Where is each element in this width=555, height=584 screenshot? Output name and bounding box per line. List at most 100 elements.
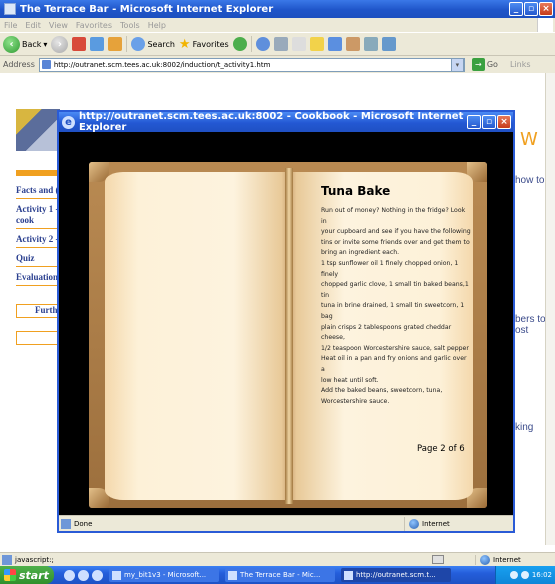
start-button[interactable]: start	[0, 566, 54, 584]
right-text-3: king	[515, 422, 534, 433]
history-icon[interactable]	[255, 37, 270, 51]
security-icon	[432, 555, 444, 564]
favorites-button[interactable]: ★ Favorites	[179, 37, 229, 52]
status-zone-label: Internet	[493, 555, 521, 564]
popup-status-text: Done	[74, 519, 93, 528]
address-dropdown-icon[interactable]: ▾	[450, 57, 464, 72]
status-zone: Internet	[475, 554, 521, 565]
recipe-line: Worcestershire sauce.	[321, 397, 390, 405]
recipe-line: your cupboard and see if you have the fo…	[321, 228, 471, 236]
toolbar-divider	[126, 36, 128, 52]
menu-edit[interactable]: Edit	[25, 21, 41, 30]
windows-logo-icon	[537, 18, 553, 32]
left-page[interactable]	[105, 172, 289, 500]
minimize-button[interactable]: _	[509, 2, 523, 16]
back-button[interactable]: ‹ Back ▾	[3, 35, 47, 53]
windows-logo-icon	[4, 569, 16, 581]
close-button[interactable]: ×	[539, 2, 553, 16]
menu-view[interactable]: View	[49, 21, 68, 30]
go-label: Go	[486, 60, 498, 69]
ie-icon	[344, 570, 353, 580]
popup-status-bar: Done Internet	[59, 515, 513, 531]
popup-minimize-button[interactable]: _	[467, 115, 481, 129]
menu-favorites[interactable]: Favorites	[76, 21, 112, 30]
maximize-button[interactable]: ▫	[524, 2, 538, 16]
search-icon	[131, 37, 146, 51]
discuss-icon[interactable]	[363, 37, 378, 51]
word-icon	[112, 570, 121, 580]
recipe-line: low heat until soft.	[321, 376, 379, 384]
menu-file[interactable]: File	[4, 21, 17, 30]
back-label: Back	[22, 39, 42, 49]
address-label: Address	[3, 60, 35, 69]
search-label: Search	[147, 39, 175, 49]
popup-zone: Internet	[404, 516, 450, 531]
mail-icon[interactable]	[273, 37, 288, 51]
page-icon	[2, 554, 12, 565]
task-label: http://outranet.scm.t...	[356, 571, 436, 579]
go-arrow-icon: →	[471, 58, 485, 71]
start-label: start	[19, 568, 49, 582]
popup-maximize-button[interactable]: ▫	[482, 115, 496, 129]
recipe-line: 1 tsp sunflower oil 1 finely chopped oni…	[321, 259, 459, 278]
popup-close-button[interactable]: ×	[497, 115, 511, 129]
go-button[interactable]: → Go	[471, 58, 498, 71]
ie-icon	[228, 570, 237, 580]
tray-icon[interactable]	[520, 571, 529, 579]
quick-launch	[64, 569, 103, 581]
quick-launch-icon[interactable]	[64, 569, 75, 581]
address-input[interactable]: http://outranet.scm.tees.ac.uk:8002/indu…	[38, 57, 465, 72]
recipe-line: bring an ingredient each.	[321, 249, 400, 257]
status-text: javascript:;	[15, 555, 54, 564]
system-tray: 16:02	[495, 566, 555, 584]
home-icon[interactable]	[108, 37, 123, 51]
window-title: The Terrace Bar - Microsoft Internet Exp…	[20, 3, 274, 15]
status-bar: javascript:; Internet	[0, 552, 555, 566]
page-icon	[61, 518, 71, 529]
star-icon: ★	[178, 36, 191, 52]
recipe-title: Tuna Bake	[321, 184, 391, 198]
page-scrollbar[interactable]	[545, 73, 555, 545]
recipe-line: plain crisps 2 tablespoons grated chedda…	[321, 323, 452, 342]
tray-icon[interactable]	[509, 571, 518, 579]
recipe-line: Heat oil in a pan and fry onions and gar…	[321, 355, 467, 373]
stop-icon[interactable]	[72, 37, 87, 51]
task-button[interactable]: my_bit1v3 - Microsoft...	[109, 568, 219, 582]
forward-icon[interactable]: ›	[51, 35, 69, 53]
page-icon	[41, 60, 51, 69]
folder-icon[interactable]	[309, 37, 324, 51]
print-icon[interactable]	[291, 37, 306, 51]
clock: 16:02	[531, 571, 552, 579]
recipe-line: Run out of money? Nothing in the fridge?…	[321, 207, 466, 225]
right-text-1: how to	[515, 175, 545, 186]
research-icon[interactable]	[345, 37, 360, 51]
quick-launch-icon[interactable]	[92, 569, 103, 581]
recipe-line: chopped garlic clove, 1 small tin baked …	[321, 281, 469, 299]
task-button[interactable]: The Terrace Bar - Mic...	[225, 568, 335, 582]
messenger-icon[interactable]	[327, 37, 342, 51]
recipe-line: tuna in brine drained, 1 small tin sweet…	[321, 302, 465, 320]
toolbar: ‹ Back ▾ › Search ★ Favorites	[0, 32, 555, 56]
window-controls: _ ▫ ×	[509, 2, 553, 16]
media-icon[interactable]	[232, 37, 247, 51]
popup-zone-label: Internet	[422, 519, 450, 528]
toolbar-divider	[250, 36, 252, 52]
refresh-icon[interactable]	[90, 37, 105, 51]
recipe-line: Add the baked beans, sweetcorn, tuna,	[321, 387, 443, 395]
site-logo	[16, 109, 60, 151]
page-number: Page 2 of 6	[417, 444, 465, 454]
book-stage: Tuna Bake Run out of money? Nothing in t…	[59, 132, 513, 517]
back-arrow-icon: ‹	[3, 35, 20, 53]
search-button[interactable]: Search	[131, 37, 175, 51]
globe-icon	[409, 518, 419, 529]
task-button-active[interactable]: http://outranet.scm.t...	[341, 568, 451, 582]
globe-icon	[480, 554, 490, 565]
links-label[interactable]: Links	[510, 60, 531, 69]
ie-icon: e	[62, 115, 75, 129]
tool-icon[interactable]	[381, 37, 396, 51]
book-spine	[285, 168, 293, 504]
decoration-icon: W	[520, 129, 538, 150]
menu-help[interactable]: Help	[148, 21, 166, 30]
quick-launch-icon[interactable]	[78, 569, 89, 581]
menu-tools[interactable]: Tools	[120, 21, 140, 30]
